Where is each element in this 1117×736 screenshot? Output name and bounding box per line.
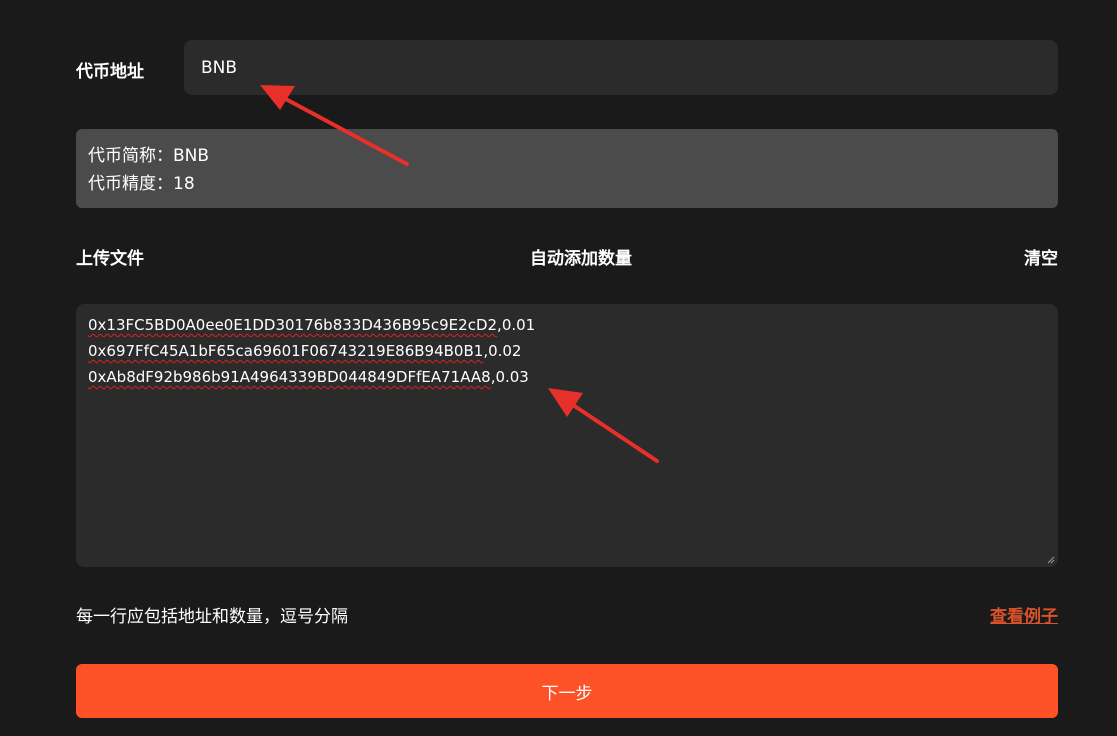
resize-handle-icon[interactable] bbox=[1047, 556, 1055, 564]
token-address-input[interactable] bbox=[184, 40, 1058, 95]
token-address-row: 代币地址 bbox=[76, 40, 1058, 95]
token-decimals-text: 代币精度：18 bbox=[88, 174, 195, 194]
upload-file-button[interactable]: 上传文件 bbox=[76, 244, 144, 269]
token-symbol-text: 代币简称：BNB bbox=[88, 146, 210, 166]
format-hint-text: 每一行应包括地址和数量，逗号分隔 bbox=[76, 607, 348, 627]
multisend-form: 代币地址 代币简称：BNB 代币精度：18 上传文件 自动添加数量 清空 0x1… bbox=[0, 0, 1117, 736]
recipient-amount: ,0.02 bbox=[483, 342, 522, 360]
toolbar: 上传文件 自动添加数量 清空 bbox=[76, 244, 1058, 270]
auto-add-amount-button[interactable]: 自动添加数量 bbox=[530, 244, 632, 269]
recipient-address: 0xAb8dF92b986b91A4964339BD044849DFfEA71A… bbox=[88, 368, 491, 386]
next-step-button[interactable]: 下一步 bbox=[76, 664, 1058, 718]
view-example-link[interactable]: 查看例子 bbox=[990, 602, 1058, 627]
recipient-amount: ,0.01 bbox=[497, 316, 536, 334]
recipients-textarea[interactable]: 0x13FC5BD0A0ee0E1DD30176b833D436B95c9E2c… bbox=[76, 304, 1058, 567]
token-address-label: 代币地址 bbox=[76, 62, 144, 82]
recipient-amount: ,0.03 bbox=[490, 368, 529, 386]
recipient-line: 0xAb8dF92b986b91A4964339BD044849DFfEA71A… bbox=[88, 364, 1046, 390]
clear-button[interactable]: 清空 bbox=[1024, 244, 1058, 269]
recipient-address: 0x697FfC45A1bF65ca69601F06743219E86B94B0… bbox=[88, 342, 484, 360]
recipient-line: 0x13FC5BD0A0ee0E1DD30176b833D436B95c9E2c… bbox=[88, 312, 1046, 338]
recipient-address: 0x13FC5BD0A0ee0E1DD30176b833D436B95c9E2c… bbox=[88, 316, 498, 334]
hint-row: 每一行应包括地址和数量，逗号分隔 查看例子 bbox=[76, 602, 1058, 628]
recipient-line: 0x697FfC45A1bF65ca69601F06743219E86B94B0… bbox=[88, 338, 1046, 364]
token-info-panel: 代币简称：BNB 代币精度：18 bbox=[76, 129, 1058, 208]
